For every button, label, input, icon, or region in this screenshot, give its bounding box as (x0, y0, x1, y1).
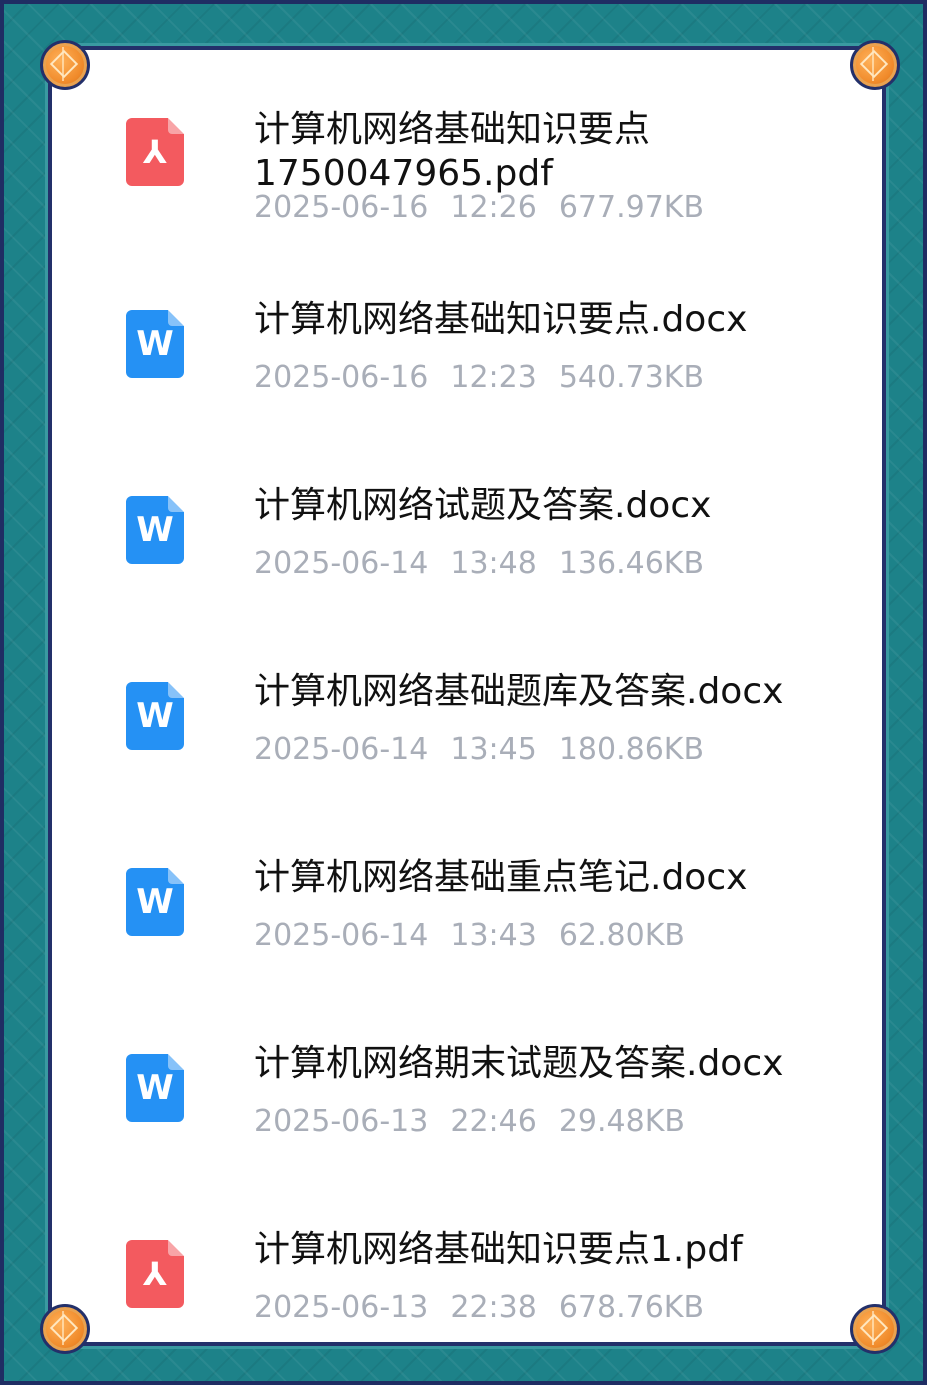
file-list-panel: ⅄ 计算机网络基础知识要点 1750047965.pdf 2025-06-16 12… (48, 46, 886, 1346)
file-time: 22:38 (450, 1290, 537, 1325)
file-item[interactable]: ⅄ 计算机网络基础知识要点1.pdf 2025-06-13 22:38 678.76… (52, 1200, 882, 1342)
file-item[interactable]: W 计算机网络基础重点笔记.docx 2025-06-14 13:43 62.80K… (52, 828, 882, 988)
file-meta: 2025-06-16 12:23 540.73KB (254, 360, 704, 396)
file-time: 13:43 (450, 918, 537, 953)
file-time: 12:26 (450, 190, 537, 225)
file-name: 计算机网络期末试题及答案.docx (254, 1043, 784, 1084)
file-date: 2025-06-13 (254, 1290, 429, 1325)
file-size: 540.73KB (558, 360, 705, 395)
file-size: 62.80KB (558, 918, 685, 953)
file-time: 13:48 (450, 546, 537, 581)
file-name-line1: 计算机网络基础知识要点 (254, 109, 651, 150)
file-date: 2025-06-16 (254, 190, 429, 225)
file-name: 计算机网络基础知识要点1.pdf (254, 1229, 743, 1270)
pdf-file-icon: ⅄ (126, 118, 184, 186)
file-time: 22:46 (450, 1104, 537, 1139)
file-date: 2025-06-13 (254, 1104, 429, 1139)
word-file-icon: W (126, 1054, 184, 1122)
file-name: 计算机网络基础知识要点.docx (254, 299, 748, 340)
file-time: 13:45 (450, 732, 537, 767)
corner-ornament-icon (40, 1304, 90, 1354)
file-meta: 2025-06-13 22:38 678.76KB (254, 1290, 704, 1326)
file-size: 136.46KB (558, 546, 705, 581)
file-date: 2025-06-14 (254, 732, 429, 767)
file-size: 29.48KB (558, 1104, 685, 1139)
file-size: 678.76KB (558, 1290, 705, 1325)
file-size: 180.86KB (558, 732, 705, 767)
decorative-frame: ⅄ 计算机网络基础知识要点 1750047965.pdf 2025-06-16 12… (0, 0, 927, 1385)
word-file-icon: W (126, 682, 184, 750)
file-meta: 2025-06-14 13:45 180.86KB (254, 732, 704, 768)
file-name: 计算机网络试题及答案.docx (254, 485, 712, 526)
file-item[interactable]: W 计算机网络试题及答案.docx 2025-06-14 13:48 136.46K… (52, 456, 882, 616)
file-name: 计算机网络基础重点笔记.docx (254, 857, 748, 898)
file-name-line2: 1750047965.pdf (254, 153, 553, 194)
corner-ornament-icon (850, 1304, 900, 1354)
word-file-icon: W (126, 868, 184, 936)
file-meta: 2025-06-14 13:48 136.46KB (254, 546, 704, 582)
file-date: 2025-06-14 (254, 918, 429, 953)
file-date: 2025-06-14 (254, 546, 429, 581)
file-date: 2025-06-16 (254, 360, 429, 395)
file-item[interactable]: W 计算机网络期末试题及答案.docx 2025-06-13 22:46 29.48… (52, 1014, 882, 1174)
file-meta: 2025-06-16 12:26 677.97KB (254, 190, 704, 226)
file-name: 计算机网络基础知识要点 1750047965.pdf (254, 108, 854, 196)
word-file-icon: W (126, 310, 184, 378)
file-list: ⅄ 计算机网络基础知识要点 1750047965.pdf 2025-06-16 12… (52, 50, 882, 1342)
file-meta: 2025-06-14 13:43 62.80KB (254, 918, 685, 954)
word-file-icon: W (126, 496, 184, 564)
file-name: 计算机网络基础题库及答案.docx (254, 671, 784, 712)
corner-ornament-icon (40, 40, 90, 90)
file-size: 677.97KB (558, 190, 705, 225)
pdf-file-icon: ⅄ (126, 1240, 184, 1308)
file-meta: 2025-06-13 22:46 29.48KB (254, 1104, 685, 1140)
file-item[interactable]: ⅄ 计算机网络基础知识要点 1750047965.pdf 2025-06-16 12… (52, 78, 882, 238)
corner-ornament-icon (850, 40, 900, 90)
file-time: 12:23 (450, 360, 537, 395)
file-item[interactable]: W 计算机网络基础知识要点.docx 2025-06-16 12:23 540.73… (52, 270, 882, 430)
file-item[interactable]: W 计算机网络基础题库及答案.docx 2025-06-14 13:45 180.8… (52, 642, 882, 802)
